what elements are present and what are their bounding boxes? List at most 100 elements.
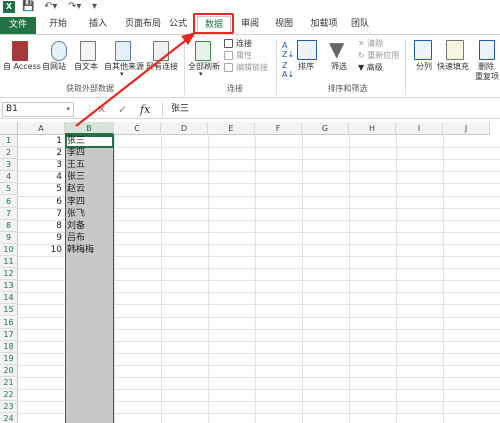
from-text-button[interactable]: 自文本 xyxy=(74,61,98,72)
cell-a[interactable]: 4 xyxy=(19,171,64,183)
cell-b[interactable]: 刘备 xyxy=(67,220,113,232)
row-header[interactable]: 13 xyxy=(0,280,18,293)
sort-az-icon[interactable]: A Z↓ xyxy=(282,41,294,59)
column-header-i[interactable]: I xyxy=(396,122,443,135)
tab-page-layout[interactable]: 页面布局 xyxy=(118,16,168,33)
undo-icon[interactable]: ↶▾ xyxy=(44,1,57,13)
tab-insert[interactable]: 插入 xyxy=(80,16,116,33)
connections-button[interactable]: 连接 xyxy=(236,38,252,49)
cell-b[interactable] xyxy=(67,256,113,268)
tab-team[interactable]: 团队 xyxy=(346,16,374,33)
column-header-e[interactable]: E xyxy=(208,122,255,135)
row-header[interactable]: 15 xyxy=(0,304,18,317)
cell-b[interactable] xyxy=(67,329,113,341)
select-all-corner[interactable] xyxy=(0,122,18,135)
cell-b[interactable]: 张三 xyxy=(67,171,113,183)
sort-za-icon[interactable]: Z A↓ xyxy=(282,61,294,79)
column-header-c[interactable]: C xyxy=(114,122,161,135)
cell-a[interactable]: 3 xyxy=(19,159,64,171)
from-access-button[interactable]: 自 Access xyxy=(3,61,41,72)
tab-view[interactable]: 视图 xyxy=(270,16,298,33)
row-header[interactable]: 11 xyxy=(0,256,18,268)
cell-b[interactable] xyxy=(67,317,113,329)
refresh-all-button[interactable]: 全部刷新 xyxy=(188,61,220,72)
cell-b[interactable] xyxy=(67,389,113,401)
column-header-f[interactable]: F xyxy=(255,122,302,135)
row-header[interactable]: 14 xyxy=(0,292,18,305)
from-other-sources-button[interactable]: 自其他来源 xyxy=(104,61,144,72)
cell-b[interactable] xyxy=(67,353,113,365)
column-header-b[interactable]: B xyxy=(65,122,114,135)
cell-a[interactable]: 2 xyxy=(19,147,64,159)
row-header[interactable]: 6 xyxy=(0,195,18,208)
row-header[interactable]: 3 xyxy=(0,159,18,172)
redo-icon[interactable]: ↷▾ xyxy=(68,1,81,13)
cell-a[interactable] xyxy=(19,329,64,341)
row-header[interactable]: 20 xyxy=(0,364,18,377)
cell-a[interactable] xyxy=(19,304,64,316)
row-header[interactable]: 22 xyxy=(0,389,18,402)
cell-a[interactable]: 1 xyxy=(19,135,64,147)
cancel-icon[interactable]: ✕ xyxy=(97,102,106,117)
column-header-g[interactable]: G xyxy=(302,122,349,135)
row-header[interactable]: 4 xyxy=(0,171,18,184)
cell-a[interactable] xyxy=(19,280,64,292)
cell-a[interactable] xyxy=(19,268,64,280)
cell-a[interactable]: 10 xyxy=(19,244,64,256)
customize-qat-icon[interactable]: ▾ xyxy=(92,1,97,13)
cell-b[interactable] xyxy=(67,413,113,423)
row-header[interactable]: 5 xyxy=(0,183,18,196)
name-box[interactable]: B1 ▾ xyxy=(2,102,74,117)
cell-b[interactable] xyxy=(67,365,113,377)
formula-input[interactable]: 张三 xyxy=(162,102,496,117)
cell-b[interactable]: 李四 xyxy=(67,147,113,159)
row-header[interactable]: 17 xyxy=(0,328,18,341)
cell-b[interactable]: 韩梅梅 xyxy=(67,244,113,256)
text-to-columns-button[interactable]: 分列 xyxy=(416,61,432,72)
row-header[interactable]: 19 xyxy=(0,352,18,365)
cell-a[interactable]: 5 xyxy=(19,183,64,195)
cell-a[interactable]: 9 xyxy=(19,232,64,244)
tab-review[interactable]: 审阅 xyxy=(236,16,264,33)
clear-filter-button[interactable]: ✕ 清除 xyxy=(358,38,383,49)
row-header[interactable]: 10 xyxy=(0,243,18,256)
cell-b[interactable]: 王五 xyxy=(67,159,113,171)
column-header-h[interactable]: H xyxy=(349,122,396,135)
cell-a[interactable] xyxy=(19,353,64,365)
cell-a[interactable] xyxy=(19,413,64,423)
column-header-d[interactable]: D xyxy=(161,122,208,135)
properties-button[interactable]: 属性 xyxy=(236,50,252,61)
cell-b[interactable]: 赵云 xyxy=(67,183,113,195)
chevron-down-icon[interactable]: ▾ xyxy=(120,70,124,78)
insert-function-icon[interactable]: fx xyxy=(140,102,150,117)
cell-b[interactable]: 李四 xyxy=(67,196,113,208)
enter-icon[interactable]: ✓ xyxy=(118,102,127,117)
sort-button[interactable]: 排序 xyxy=(298,61,314,72)
row-header[interactable]: 12 xyxy=(0,268,18,281)
row-header[interactable]: 7 xyxy=(0,207,18,220)
cell-a[interactable] xyxy=(19,389,64,401)
cell-a[interactable] xyxy=(19,341,64,353)
cell-a[interactable] xyxy=(19,401,64,413)
column-header-a[interactable]: A xyxy=(18,122,65,135)
cell-b[interactable] xyxy=(67,304,113,316)
tab-add-ins[interactable]: 加载项 xyxy=(304,16,344,33)
cell-b[interactable] xyxy=(67,280,113,292)
cell-b[interactable] xyxy=(67,292,113,304)
from-web-button[interactable]: 自网站 xyxy=(42,61,66,72)
cell-a[interactable]: 8 xyxy=(19,220,64,232)
edit-links-button[interactable]: 编辑链接 xyxy=(236,62,268,73)
cell-a[interactable] xyxy=(19,317,64,329)
cell-a[interactable] xyxy=(19,292,64,304)
cell-a[interactable] xyxy=(19,377,64,389)
cell-b[interactable]: 吕布 xyxy=(67,232,113,244)
tab-home[interactable]: 开始 xyxy=(40,16,76,33)
cell-b[interactable]: 张三 xyxy=(67,135,113,147)
cell-b[interactable] xyxy=(67,401,113,413)
cell-b[interactable]: 张飞 xyxy=(67,208,113,220)
row-header[interactable]: 8 xyxy=(0,219,18,232)
worksheet-grid[interactable]: A B C D E F G H I J 1 2 3 4 5 6 7 8 9 10 11 12 13 14 15 16 17 18 19 2… xyxy=(0,122,500,423)
existing-connections-button[interactable]: 现有连接 xyxy=(146,61,178,72)
cell-a[interactable]: 7 xyxy=(19,208,64,220)
chevron-down-icon[interactable]: ▾ xyxy=(66,103,70,116)
